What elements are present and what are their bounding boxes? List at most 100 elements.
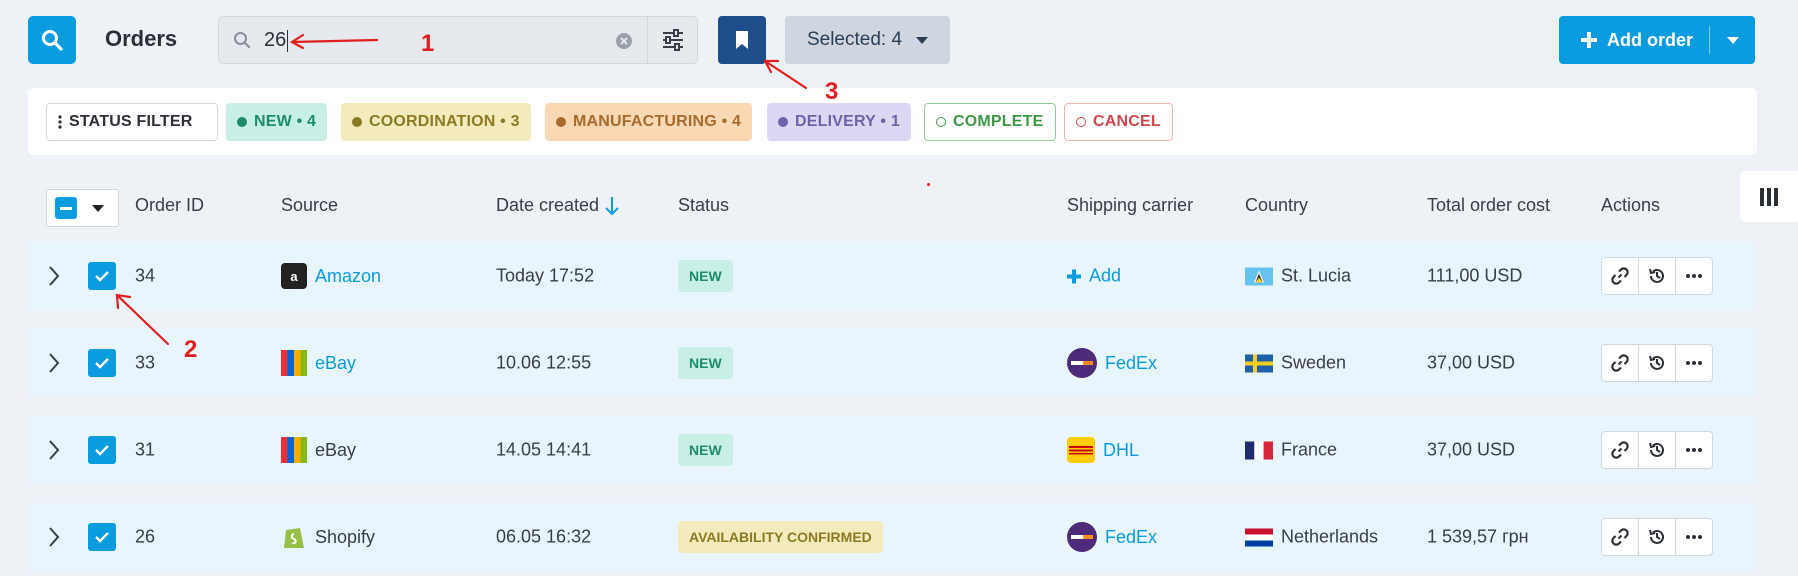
add-order-button[interactable]: Add order	[1559, 30, 1709, 51]
status-badge[interactable]: NEW	[678, 260, 733, 292]
status-chip-label: DELIVERY • 1	[795, 113, 900, 130]
col-header-country[interactable]: Country	[1245, 195, 1308, 216]
carrier-link[interactable]: FedEx	[1105, 527, 1157, 548]
clear-search-icon[interactable]	[615, 32, 633, 50]
history-action-button[interactable]	[1638, 518, 1676, 556]
history-action-button[interactable]	[1638, 344, 1676, 382]
search-field[interactable]: 26	[218, 16, 698, 64]
more-actions-button[interactable]	[1675, 257, 1713, 295]
order-date: Today 17:52	[496, 265, 595, 286]
link-action-button[interactable]	[1601, 344, 1639, 382]
expand-row-icon[interactable]	[48, 265, 60, 287]
text-caret	[287, 29, 289, 52]
order-total: 37,00 USD	[1427, 352, 1516, 373]
col-header-actions: Actions	[1601, 195, 1661, 215]
saved-filters-button[interactable]	[718, 16, 766, 64]
source-link[interactable]: eBay	[315, 353, 356, 374]
search-toggle-button[interactable]	[28, 16, 76, 64]
selected-orders-dropdown[interactable]: Selected: 4	[785, 16, 950, 64]
status-chip-cancel[interactable]: CANCEL	[1064, 103, 1173, 141]
shipping-carrier-add[interactable]: Add	[1067, 266, 1121, 287]
more-actions-button[interactable]	[1675, 431, 1713, 469]
add-order-button-group[interactable]: Add order	[1559, 16, 1755, 64]
plus-icon	[1581, 32, 1597, 48]
status-dot-icon	[352, 117, 362, 127]
netherlands-flag-icon	[1245, 528, 1273, 546]
link-action-button[interactable]	[1601, 257, 1639, 295]
row-actions	[1601, 431, 1713, 469]
expand-row-icon[interactable]	[48, 526, 60, 548]
row-checkbox[interactable]	[88, 262, 116, 290]
history-action-button[interactable]	[1638, 431, 1676, 469]
dhl-logo-icon	[1067, 437, 1095, 463]
status-chip-delivery[interactable]: DELIVERY • 1	[767, 103, 911, 141]
table-row[interactable]: 31 eBay 14.05 14:41 NEW DHL France 37,00…	[28, 416, 1757, 484]
order-status[interactable]: NEW	[678, 347, 733, 379]
plus-icon	[1067, 269, 1081, 283]
history-action-button[interactable]	[1638, 257, 1676, 295]
source-link[interactable]: Amazon	[315, 266, 381, 287]
row-checkbox[interactable]	[88, 523, 116, 551]
ebay-logo-icon	[281, 350, 307, 376]
order-source[interactable]: eBay	[281, 350, 356, 376]
col-header-shipping-carrier[interactable]: Shipping carrier	[1067, 195, 1193, 216]
order-source[interactable]: a Amazon	[281, 263, 381, 289]
order-status[interactable]: NEW	[678, 260, 733, 292]
more-actions-button[interactable]	[1675, 518, 1713, 556]
more-horizontal-icon	[1686, 535, 1702, 539]
annotation-label-1: 1	[421, 30, 435, 57]
order-status[interactable]: NEW	[678, 434, 733, 466]
order-date: 14.05 14:41	[496, 439, 592, 460]
row-actions	[1601, 257, 1713, 295]
col-header-source[interactable]: Source	[281, 195, 338, 216]
row-checkbox[interactable]	[88, 436, 116, 464]
order-status[interactable]: AVAILABILITY CONFIRMED	[678, 521, 883, 553]
status-filter-menu-button[interactable]: STATUS FILTER	[46, 103, 218, 141]
table-row[interactable]: 33 eBay 10.06 12:55 NEW FedEx Sweden 37,…	[28, 329, 1757, 397]
search-input[interactable]: 26	[264, 29, 289, 52]
carrier-link[interactable]: FedEx	[1105, 353, 1157, 374]
status-badge[interactable]: NEW	[678, 347, 733, 379]
column-settings-button[interactable]	[1740, 171, 1798, 222]
history-icon	[1649, 529, 1664, 544]
status-badge[interactable]: AVAILABILITY CONFIRMED	[678, 521, 883, 553]
link-icon	[1611, 267, 1629, 285]
status-chip-complete[interactable]: COMPLETE	[924, 103, 1056, 141]
col-header-status[interactable]: Status	[678, 195, 729, 216]
add-carrier-link[interactable]: Add	[1089, 266, 1121, 287]
link-action-button[interactable]	[1601, 431, 1639, 469]
col-header-order-id[interactable]: Order ID	[135, 195, 204, 216]
status-badge[interactable]: NEW	[678, 434, 733, 466]
status-chip-new[interactable]: NEW • 4	[226, 103, 328, 141]
chevron-down-icon[interactable]	[92, 204, 104, 212]
indeterminate-checkbox-icon	[55, 197, 77, 219]
col-header-date-created[interactable]: Date created	[496, 195, 619, 216]
selected-count-label: Selected: 4	[806, 29, 903, 50]
select-all-checkbox[interactable]	[46, 189, 119, 227]
advanced-filter-button[interactable]	[647, 17, 697, 63]
table-row[interactable]: 26 Shopify 06.05 16:32 AVAILABILITY CONF…	[28, 503, 1757, 571]
sliders-icon	[662, 29, 683, 51]
row-checkbox[interactable]	[88, 349, 116, 377]
france-flag-icon	[1245, 441, 1273, 459]
search-icon	[42, 30, 63, 51]
status-chip-coordination[interactable]: COORDINATION • 3	[341, 103, 531, 141]
status-chip-manufacturing[interactable]: MANUFACTURING • 4	[545, 103, 753, 141]
shipping-carrier[interactable]: DHL	[1067, 437, 1139, 463]
table-row[interactable]: 34 a Amazon Today 17:52 NEW Add St. Luci…	[28, 242, 1757, 310]
shipping-carrier[interactable]: FedEx	[1067, 348, 1157, 378]
carrier-link[interactable]: DHL	[1103, 440, 1139, 461]
col-header-total[interactable]: Total order cost	[1427, 195, 1550, 216]
expand-row-icon[interactable]	[48, 439, 60, 461]
more-actions-button[interactable]	[1675, 344, 1713, 382]
link-action-button[interactable]	[1601, 518, 1639, 556]
stray-dot	[927, 183, 930, 186]
country-name: St. Lucia	[1281, 265, 1352, 286]
sweden-flag-icon	[1245, 354, 1273, 372]
fedex-logo-icon	[1067, 348, 1097, 378]
expand-row-icon[interactable]	[48, 352, 60, 374]
add-order-menu-toggle[interactable]	[1710, 36, 1755, 44]
shipping-carrier[interactable]: FedEx	[1067, 522, 1157, 552]
status-filter-label: STATUS FILTER	[69, 113, 193, 130]
link-icon	[1611, 354, 1629, 372]
